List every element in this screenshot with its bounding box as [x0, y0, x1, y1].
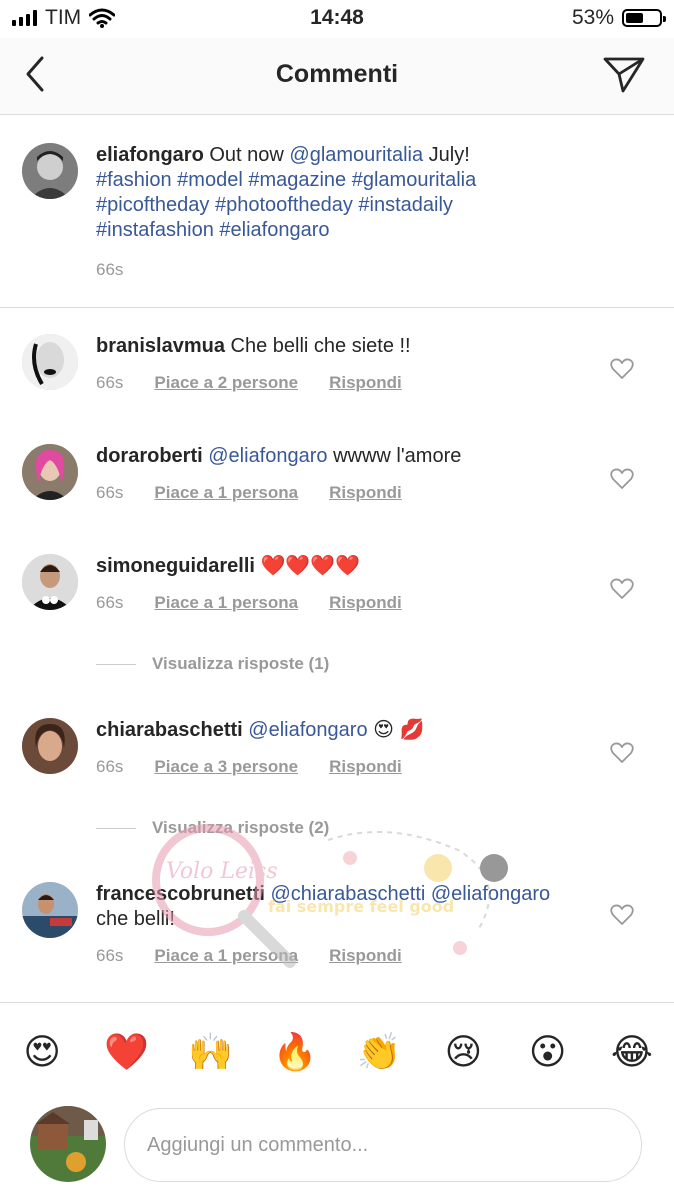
view-replies-label: Visualizza risposte (2) — [152, 818, 330, 837]
username[interactable]: branislavmua — [96, 335, 225, 357]
emoji-surprised-button[interactable]: 😮 — [518, 1031, 578, 1073]
comment-text: francescobrunetti @chiarabaschetti @elia… — [96, 882, 556, 932]
page-title: Commenti — [275, 60, 399, 88]
divider — [96, 663, 136, 665]
direct-share-button[interactable] — [602, 54, 646, 94]
username[interactable]: doraroberti — [96, 445, 203, 467]
avatar[interactable] — [22, 444, 78, 500]
likes-link[interactable]: Piace a 3 persone — [154, 757, 298, 777]
comment-time: 66s — [96, 946, 124, 965]
like-button[interactable] — [610, 468, 634, 490]
emoji-raised-hands-button[interactable]: 🙌 — [181, 1031, 241, 1073]
nav-bar: Commenti — [0, 38, 674, 115]
status-right: 53% — [571, 6, 666, 30]
caption-body-end: July! — [428, 144, 470, 166]
likes-link[interactable]: Piace a 1 persona — [154, 483, 298, 503]
comment-meta: 66s Piace a 1 persona Rispondi — [96, 483, 402, 503]
comment-time: 66s — [96, 593, 124, 612]
like-button[interactable] — [610, 904, 634, 926]
comment-input[interactable] — [124, 1108, 642, 1182]
comment-meta: 66s Piace a 2 persone Rispondi — [96, 373, 402, 393]
reply-button[interactable]: Rispondi — [329, 483, 402, 503]
comment-text: doraroberti @eliafongaro wwww l'amore — [96, 444, 556, 469]
emoji-clap-button[interactable]: 👏 — [349, 1031, 409, 1073]
comment-time: 66s — [96, 757, 124, 776]
paper-plane-icon — [603, 57, 645, 93]
post-caption: eliafongaro Out now @glamouritalia July!… — [0, 115, 674, 308]
comment-text: simoneguidarelli ❤️❤️❤️❤️ — [96, 554, 556, 579]
comment-body: wwww l'amore — [333, 445, 462, 467]
mention-link[interactable]: @eliafongaro — [248, 719, 367, 741]
comment-item: chiarabaschetti @eliafongaro 😍 💋 66s Pia… — [0, 702, 674, 802]
battery-icon — [622, 9, 666, 27]
avatar[interactable] — [22, 882, 78, 938]
comment-body: 😍 💋 — [373, 719, 425, 741]
username[interactable]: simoneguidarelli — [96, 555, 255, 577]
divider — [96, 827, 136, 829]
mention-link[interactable]: @glamouritalia — [289, 144, 423, 166]
caption-time: 66s — [96, 260, 124, 279]
comment-item: doraroberti @eliafongaro wwww l'amore 66… — [0, 428, 674, 528]
heart-outline-icon — [610, 468, 634, 489]
comment-item: francescobrunetti @chiarabaschetti @elia… — [0, 866, 674, 986]
battery-percent: 53% — [571, 6, 614, 29]
comment-meta: 66s Piace a 1 persona Rispondi — [96, 593, 402, 613]
likes-link[interactable]: Piace a 1 persona — [154, 946, 298, 966]
likes-link[interactable]: Piace a 1 persona — [154, 593, 298, 613]
comment-meta: 66s Piace a 1 persona Rispondi — [96, 946, 402, 966]
emoji-fire-button[interactable]: 🔥 — [265, 1031, 325, 1073]
comment-text: chiarabaschetti @eliafongaro 😍 💋 — [96, 718, 556, 743]
reply-button[interactable]: Rispondi — [329, 373, 402, 393]
avatar[interactable] — [22, 334, 78, 390]
heart-outline-icon — [610, 578, 634, 599]
comment-body: ❤️❤️❤️❤️ — [260, 555, 361, 577]
comment-text: branislavmua Che belli che siete !! — [96, 334, 556, 359]
emoji-cry-button[interactable]: 😢 — [433, 1031, 493, 1073]
heart-outline-icon — [610, 904, 634, 925]
avatar[interactable] — [22, 718, 78, 774]
likes-link[interactable]: Piace a 2 persone — [154, 373, 298, 393]
avatar — [30, 1106, 106, 1182]
like-button[interactable] — [610, 578, 634, 600]
comment-item: simoneguidarelli ❤️❤️❤️❤️ 66s Piace a 1 … — [0, 538, 674, 638]
emoji-heart-button[interactable]: ❤️ — [96, 1031, 156, 1073]
reply-button[interactable]: Rispondi — [329, 593, 402, 613]
view-replies-button[interactable]: Visualizza risposte (2) — [96, 818, 329, 838]
heart-outline-icon — [610, 742, 634, 763]
like-button[interactable] — [610, 742, 634, 764]
caption-text: eliafongaro Out now @glamouritalia July!… — [96, 143, 546, 243]
comment-time: 66s — [96, 373, 124, 392]
reply-button[interactable]: Rispondi — [329, 946, 402, 966]
username[interactable]: eliafongaro — [96, 144, 204, 166]
avatar[interactable] — [22, 143, 78, 199]
username[interactable]: francescobrunetti — [96, 883, 265, 905]
comment-body: che belli! — [96, 908, 175, 930]
view-replies-label: Visualizza risposte (1) — [152, 654, 330, 673]
emoji-quick-bar: 😍 ❤️ 🙌 🔥 👏 😢 😮 😂 — [0, 1002, 674, 1101]
mention-link[interactable]: @eliafongaro — [208, 445, 327, 467]
heart-outline-icon — [610, 358, 634, 379]
hashtags[interactable]: #fashion #model #magazine #glamouritalia… — [96, 169, 476, 241]
view-replies-button[interactable]: Visualizza risposte (1) — [96, 654, 329, 674]
emoji-laugh-button[interactable]: 😂 — [602, 1031, 662, 1073]
like-button[interactable] — [610, 358, 634, 380]
status-bar: TIM 14:48 53% — [0, 0, 674, 38]
reply-button[interactable]: Rispondi — [329, 757, 402, 777]
comment-item: branislavmua Che belli che siete !! 66s … — [0, 318, 674, 418]
mention-link[interactable]: @chiarabaschetti @eliafongaro — [271, 883, 551, 905]
emoji-heart-eyes-button[interactable]: 😍 — [12, 1031, 72, 1073]
comment-composer — [0, 1100, 674, 1200]
avatar[interactable] — [22, 554, 78, 610]
username[interactable]: chiarabaschetti — [96, 719, 243, 741]
comment-meta: 66s Piace a 3 persone Rispondi — [96, 757, 402, 777]
caption-body: Out now — [209, 144, 284, 166]
comment-time: 66s — [96, 483, 124, 502]
comment-body: Che belli che siete !! — [230, 335, 411, 357]
